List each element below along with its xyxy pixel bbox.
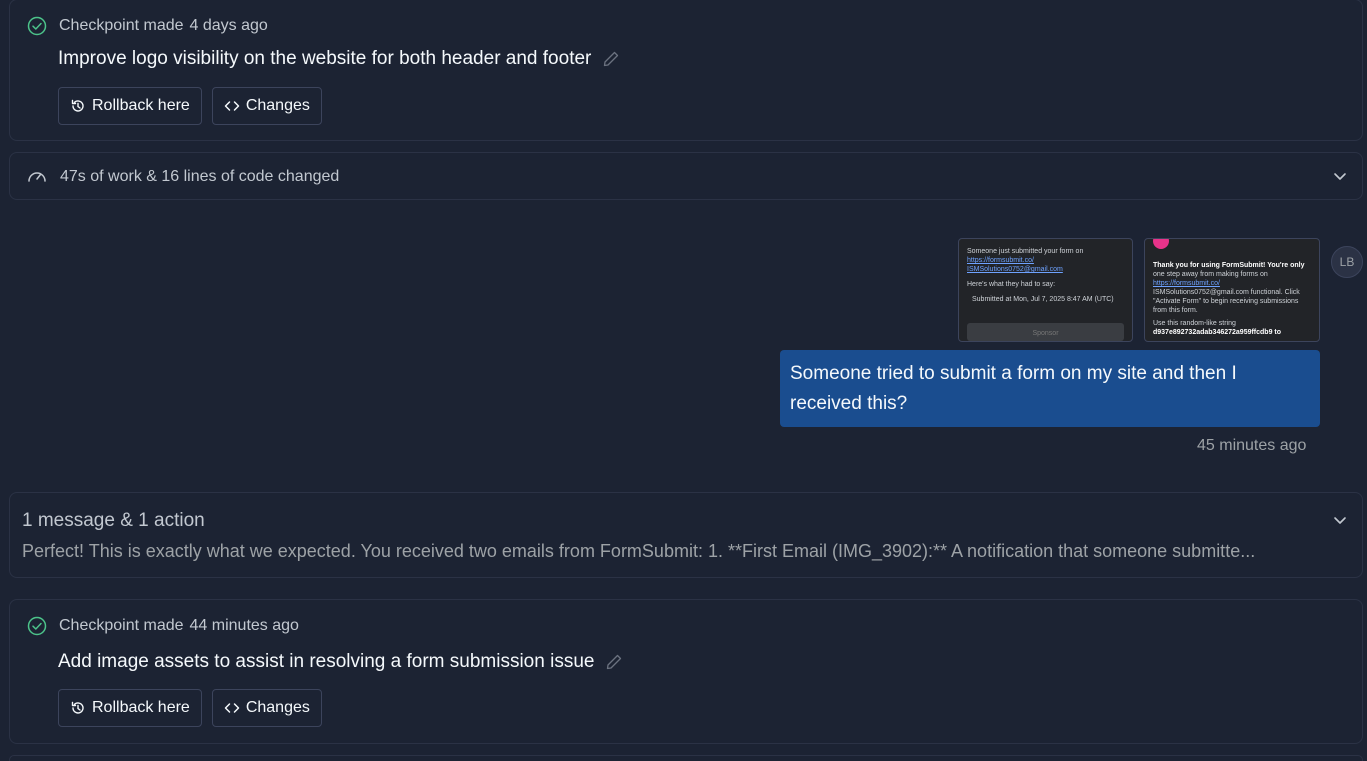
speedometer-icon <box>28 172 46 182</box>
chevron-down-icon[interactable] <box>1332 168 1348 184</box>
rollback-label: Rollback here <box>92 699 190 716</box>
rollback-button[interactable]: Rollback here <box>58 87 202 125</box>
attachment-line: Here's what they had to say: <box>967 281 1056 288</box>
actions-summary-card[interactable]: 1 message & 1 action Perfect! This is ex… <box>9 492 1363 578</box>
attachment-line: Someone just submitted your form on <box>967 248 1084 255</box>
check-circle-icon <box>27 616 47 636</box>
attachment-image[interactable]: Someone just submitted your form on http… <box>958 238 1133 342</box>
pencil-icon[interactable] <box>604 652 624 672</box>
check-circle-icon <box>27 16 47 36</box>
checkpoint-card: Checkpoint made 44 minutes ago Add image … <box>9 599 1363 744</box>
checkpoint-meta: Checkpoint made 4 days ago <box>59 17 268 35</box>
attachment-line: from this form. <box>1153 307 1198 314</box>
checkpoint-actions: Rollback here Changes <box>58 689 322 727</box>
checkpoint-header: Checkpoint made 44 minutes ago <box>27 616 299 636</box>
checkpoint-label: Checkpoint made <box>59 617 184 634</box>
checkpoint-time: 44 minutes ago <box>189 617 299 634</box>
checkpoint-title: Improve logo visibility on the website f… <box>58 48 621 70</box>
user-message-bubble: Someone tried to submit a form on my sit… <box>780 350 1320 427</box>
checkpoint-time: 4 days ago <box>189 17 268 34</box>
checkpoint-label: Checkpoint made <box>59 17 184 34</box>
checkpoint-card: Checkpoint made 4 days ago Improve logo v… <box>9 0 1363 141</box>
attachment-line: d937e892732adab346272a959ffcdb9 to <box>1153 329 1282 336</box>
code-icon <box>224 703 240 713</box>
sender-avatar <box>1153 239 1169 249</box>
actions-summary-preview: Perfect! This is exactly what we expecte… <box>22 541 1256 561</box>
message-timestamp: 45 minutes ago <box>1197 437 1307 454</box>
history-icon <box>71 701 84 714</box>
checkpoint-title-text: Improve logo visibility on the website f… <box>58 48 592 69</box>
attachment-line: Thank you for using FormSubmit! You're o… <box>1153 262 1305 269</box>
pencil-icon[interactable] <box>601 49 621 69</box>
chevron-down-icon[interactable] <box>1332 512 1348 528</box>
history-icon <box>71 99 84 112</box>
work-summary-card[interactable]: 47s of work & 16 lines of code changed <box>9 152 1363 200</box>
checkpoint-header: Checkpoint made 4 days ago <box>27 16 268 36</box>
checkpoint-actions: Rollback here Changes <box>58 87 322 125</box>
attachment-line: Use this random-like string <box>1153 320 1236 327</box>
rollback-button[interactable]: Rollback here <box>58 689 202 727</box>
attachment-button: Sponsor <box>967 323 1124 341</box>
attachment-line: https://formsubmit.co/ <box>1153 280 1220 287</box>
attachment-line: Submitted at Mon, Jul 7, 2025 8:47 AM (U… <box>972 296 1114 303</box>
checkpoint-title-text: Add image assets to assist in resolving … <box>58 651 595 672</box>
attachment-line: one step away from making forms on <box>1153 271 1268 278</box>
attachment-image[interactable]: Thank you for using FormSubmit! You're o… <box>1144 238 1320 342</box>
changes-button[interactable]: Changes <box>211 87 322 125</box>
checkpoint-meta: Checkpoint made 44 minutes ago <box>59 617 299 635</box>
changes-label: Changes <box>245 97 310 114</box>
attachment-line: ISMSolutions0752@gmail.com <box>967 266 1063 273</box>
attachment-line: ISMSolutions0752@gmail.com functional. C… <box>1153 289 1300 296</box>
work-summary: 47s of work & 16 lines of code changed <box>26 166 339 188</box>
changes-label: Changes <box>245 699 310 716</box>
next-card-edge <box>9 755 1363 761</box>
avatar[interactable]: LB <box>1331 246 1363 278</box>
attachment-line: https://formsubmit.co/ <box>967 257 1034 264</box>
attachment-line: "Activate Form" to begin receiving submi… <box>1153 298 1299 305</box>
work-summary-text: 47s of work & 16 lines of code changed <box>60 168 340 185</box>
actions-summary-title: 1 message & 1 action <box>22 510 205 531</box>
checkpoint-title: Add image assets to assist in resolving … <box>58 651 624 673</box>
code-icon <box>224 101 240 111</box>
rollback-label: Rollback here <box>92 97 190 114</box>
changes-button[interactable]: Changes <box>211 689 322 727</box>
